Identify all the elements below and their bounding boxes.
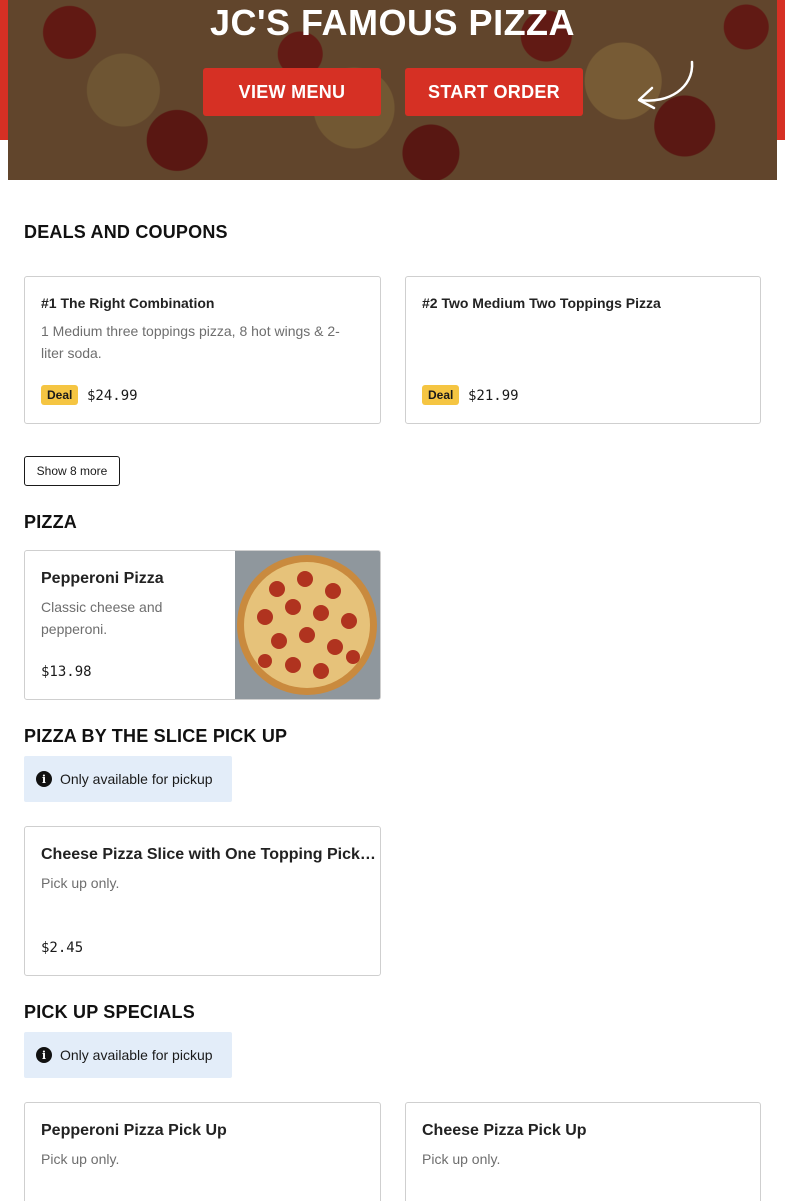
deal-card[interactable]: #2 Two Medium Two Toppings Pizza Deal $2… bbox=[405, 276, 761, 424]
menu-item-description: Classic cheese and pepperoni. bbox=[41, 599, 163, 637]
deal-price: $24.99 bbox=[87, 388, 138, 404]
specials-section-title: PICK UP SPECIALS bbox=[24, 1002, 195, 1022]
deal-card[interactable]: #1 The Right Combination 1 Medium three … bbox=[24, 276, 381, 424]
restaurant-title: JC'S FAMOUS PIZZA bbox=[209, 2, 576, 43]
start-order-button[interactable]: START ORDER bbox=[405, 68, 583, 116]
menu-item-card[interactable]: Cheese Pizza Slice with One Topping Pick… bbox=[24, 826, 381, 976]
pizza-section-title: PIZZA bbox=[24, 512, 77, 532]
view-menu-button[interactable]: VIEW MENU bbox=[203, 68, 381, 116]
menu-item-card[interactable]: Cheese Pizza Pick Up Pick up only. bbox=[405, 1102, 761, 1201]
menu-item-card[interactable]: Pepperoni Pizza Pick Up Pick up only. bbox=[24, 1102, 381, 1201]
info-icon: i bbox=[36, 1047, 52, 1063]
deal-price: $21.99 bbox=[468, 388, 519, 404]
show-more-deals-button[interactable]: Show 8 more bbox=[24, 456, 120, 486]
menu-item-description: Pick up only. bbox=[422, 1151, 501, 1167]
menu-item-price: $2.45 bbox=[41, 940, 84, 956]
deal-description: 1 Medium three toppings pizza, 8 hot win… bbox=[41, 323, 340, 361]
deal-name: #2 Two Medium Two Toppings Pizza bbox=[422, 295, 661, 311]
hero-banner: JC'S FAMOUS PIZZA VIEW MENU START ORDER bbox=[8, 0, 777, 180]
deals-section-title: DEALS AND COUPONS bbox=[24, 222, 228, 242]
info-icon: i bbox=[36, 771, 52, 787]
pickup-only-notice: i Only available for pickup bbox=[24, 1032, 232, 1078]
hero-accent-left bbox=[0, 0, 8, 140]
pickup-only-notice: i Only available for pickup bbox=[24, 756, 232, 802]
menu-item-description: Pick up only. bbox=[41, 1151, 120, 1167]
slice-section-title: PIZZA BY THE SLICE PICK UP bbox=[24, 726, 288, 746]
menu-item-description: Pick up only. bbox=[41, 875, 120, 891]
menu-item-card[interactable]: Pepperoni Pizza Classic cheese and peppe… bbox=[24, 550, 381, 700]
deal-badge: Deal bbox=[41, 385, 79, 405]
pickup-notice-text: Only available for pickup bbox=[60, 1047, 213, 1063]
menu-item-name: Cheese Pizza Pick Up bbox=[422, 1122, 587, 1139]
menu-item-price: $13.98 bbox=[41, 664, 92, 680]
hero-accent-right bbox=[777, 0, 785, 140]
pickup-notice-text: Only available for pickup bbox=[60, 771, 213, 787]
curved-arrow-icon bbox=[637, 60, 694, 110]
menu-item-name: Pepperoni Pizza bbox=[41, 570, 164, 587]
deal-badge: Deal bbox=[422, 385, 460, 405]
menu-item-name: Cheese Pizza Slice with One Topping Pick… bbox=[41, 846, 376, 863]
deal-name: #1 The Right Combination bbox=[41, 295, 215, 311]
pepperoni-pizza-image bbox=[235, 551, 380, 699]
menu-item-name: Pepperoni Pizza Pick Up bbox=[41, 1122, 227, 1139]
